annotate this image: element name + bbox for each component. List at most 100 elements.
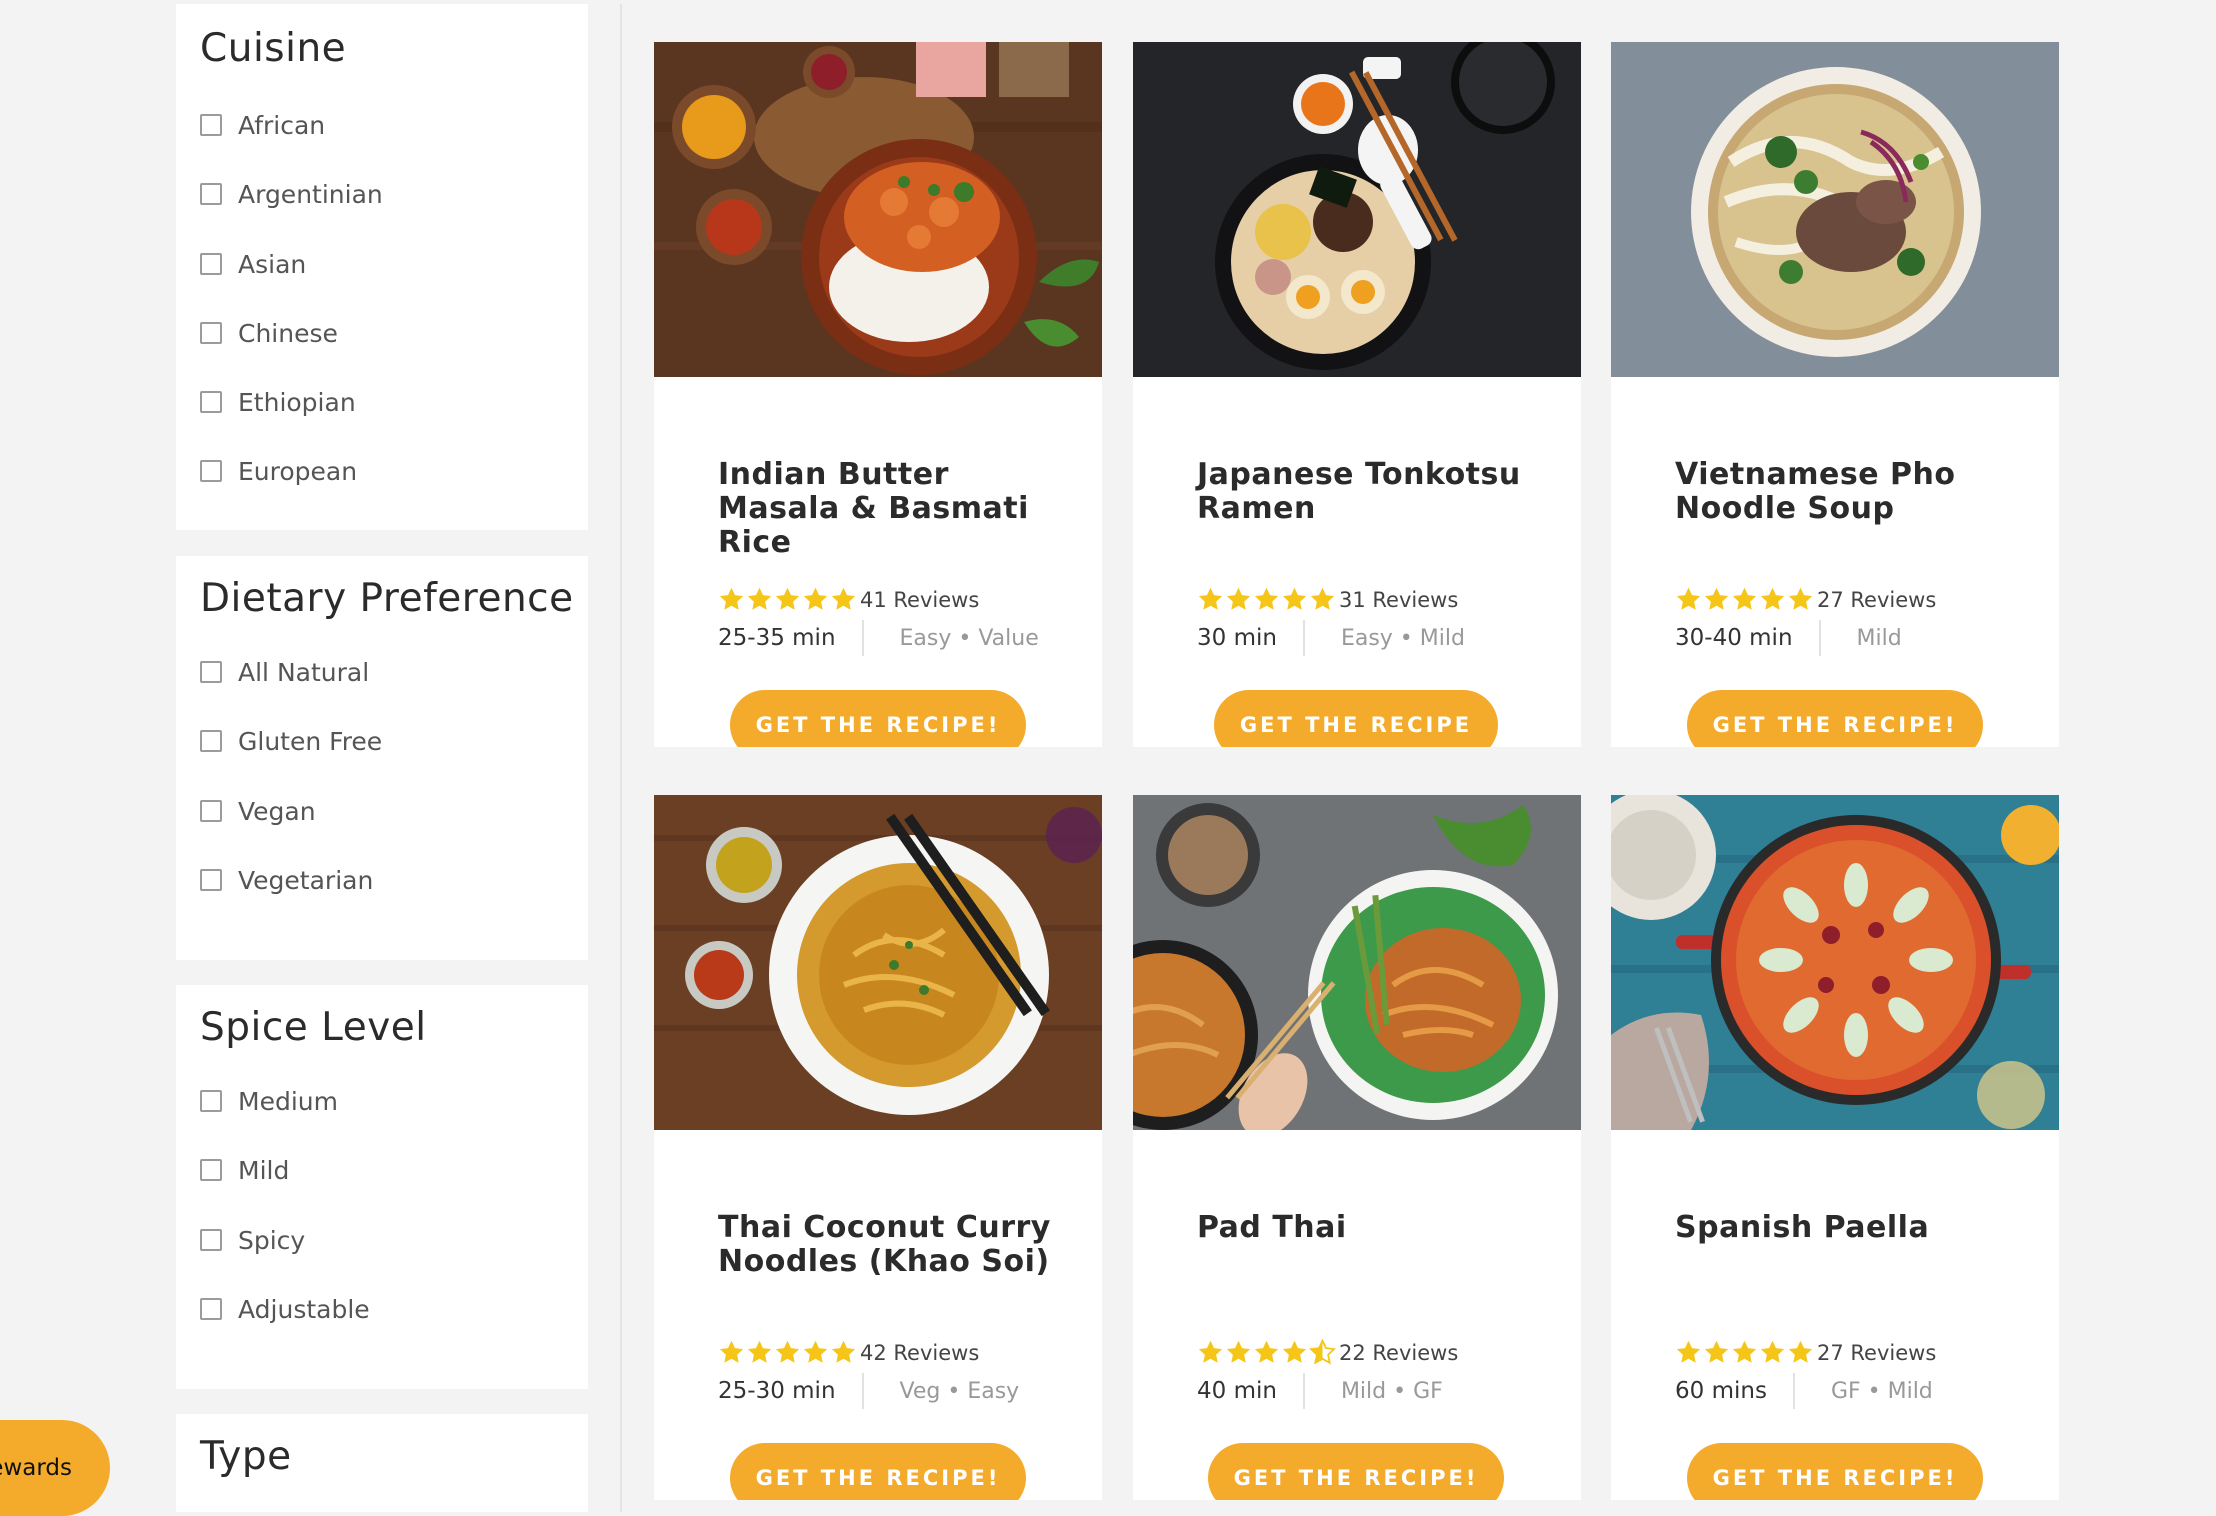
recipe-card[interactable]: Vietnamese Pho Noodle Soup 27 Reviews 30… (1611, 42, 2059, 747)
review-count[interactable]: 22 Reviews (1339, 1341, 1458, 1365)
filter-option[interactable]: Asian (200, 249, 306, 279)
star-icon (1704, 587, 1729, 610)
get-recipe-button[interactable]: GET THE RECIPE! (1208, 1443, 1504, 1500)
star-icon (1226, 1340, 1251, 1363)
checkbox[interactable] (200, 460, 222, 482)
checkbox[interactable] (200, 869, 222, 891)
rating-stars: 27 Reviews (1675, 1339, 1936, 1366)
checkbox[interactable] (200, 1298, 222, 1320)
recipe-title[interactable]: Spanish Paella (1675, 1211, 2035, 1245)
filter-option-label: Medium (238, 1086, 338, 1116)
recipe-meta: 25-30 min Veg • Easy (718, 1373, 1019, 1409)
star-icon (1198, 1340, 1223, 1363)
checkbox[interactable] (200, 253, 222, 275)
filter-option-label: African (238, 110, 326, 140)
cook-time: 25-35 min (718, 620, 864, 656)
recipe-image-pad-thai[interactable] (1133, 795, 1581, 1130)
star-icon (1732, 1340, 1757, 1363)
recipe-card[interactable]: Pad Thai 22 Reviews 40 min Mild • GF GET… (1133, 795, 1581, 1500)
recipe-title[interactable]: Indian Butter Masala & Basmati Rice (718, 458, 1078, 560)
filter-option[interactable]: European (200, 456, 357, 486)
recipe-tags: GF • Mild (1830, 1378, 1933, 1404)
star-icon (719, 1340, 744, 1363)
filter-cuisine: Cuisine African Argentinian Asian Chines… (176, 4, 588, 530)
review-count[interactable]: 27 Reviews (1817, 588, 1936, 612)
recipe-tags: Mild • GF (1340, 1378, 1443, 1404)
filter-option[interactable]: Vegan (200, 796, 316, 826)
recipe-card[interactable]: Indian Butter Masala & Basmati Rice 41 R… (654, 42, 1102, 747)
star-icon (1704, 1340, 1729, 1363)
filter-option[interactable]: Chinese (200, 318, 338, 348)
checkbox[interactable] (200, 1159, 222, 1181)
get-recipe-button[interactable]: GET THE RECIPE! (1687, 690, 1983, 747)
filter-option-label: Vegetarian (238, 865, 374, 895)
filter-option[interactable]: All Natural (200, 657, 369, 687)
filter-option-label: Gluten Free (238, 726, 383, 756)
checkbox[interactable] (200, 800, 222, 822)
recipe-image-tonkotsu-ramen[interactable] (1133, 42, 1581, 377)
recipe-title[interactable]: Thai Coconut Curry Noodles (Khao Soi) (718, 1211, 1078, 1279)
filter-option[interactable]: Vegetarian (200, 865, 373, 895)
filter-option-label: Ethiopian (238, 387, 356, 417)
review-count[interactable]: 42 Reviews (860, 1341, 979, 1365)
filter-option[interactable]: Adjustable (200, 1294, 370, 1324)
filter-option[interactable]: Gluten Free (200, 726, 382, 756)
get-recipe-button[interactable]: GET THE RECIPE! (730, 690, 1026, 747)
filter-type: Type (176, 1414, 588, 1512)
recipe-card[interactable]: Thai Coconut Curry Noodles (Khao Soi) 42… (654, 795, 1102, 1500)
recipe-tags: Veg • Easy (899, 1378, 1020, 1404)
filter-option[interactable]: Argentinian (200, 179, 383, 209)
star-icon (1676, 587, 1701, 610)
filter-dietary: Dietary Preference All Natural Gluten Fr… (176, 556, 588, 960)
checkbox[interactable] (200, 114, 222, 136)
checkbox[interactable] (200, 391, 222, 413)
star-half-icon (1309, 1339, 1336, 1365)
recipe-title[interactable]: Pad Thai (1197, 1211, 1557, 1245)
rating-stars: 22 Reviews (1197, 1339, 1458, 1366)
filter-option[interactable]: Spicy (200, 1225, 305, 1255)
recipe-title[interactable]: Vietnamese Pho Noodle Soup (1675, 458, 2035, 526)
filter-title: Dietary Preference (200, 576, 574, 621)
recipe-image-paella[interactable] (1611, 795, 2059, 1130)
star-icon (775, 1340, 800, 1363)
filter-option[interactable]: African (200, 110, 325, 140)
cook-time: 30-40 min (1675, 620, 1821, 656)
rating-stars: 42 Reviews (718, 1339, 979, 1366)
recipe-image-butter-masala[interactable] (654, 42, 1102, 377)
checkbox[interactable] (200, 661, 222, 683)
recipe-card[interactable]: Japanese Tonkotsu Ramen 31 Reviews 30 mi… (1133, 42, 1581, 747)
get-recipe-button[interactable]: GET THE RECIPE (1214, 690, 1498, 747)
review-count[interactable]: 31 Reviews (1339, 588, 1458, 612)
rewards-button[interactable]: ewards (0, 1420, 110, 1516)
filter-option[interactable]: Ethiopian (200, 387, 356, 417)
recipe-image-pho[interactable] (1611, 42, 2059, 377)
get-recipe-button[interactable]: GET THE RECIPE! (1687, 1443, 1983, 1500)
recipe-meta: 40 min Mild • GF (1197, 1373, 1443, 1409)
star-icon (1226, 587, 1251, 610)
checkbox[interactable] (200, 1229, 222, 1251)
star-icon (1788, 587, 1813, 610)
review-count[interactable]: 41 Reviews (860, 588, 979, 612)
recipe-title[interactable]: Japanese Tonkotsu Ramen (1197, 458, 1557, 526)
filter-option[interactable]: Medium (200, 1086, 338, 1116)
checkbox[interactable] (200, 730, 222, 752)
star-icon (775, 587, 800, 610)
filter-option[interactable]: Mild (200, 1155, 289, 1185)
get-recipe-button[interactable]: GET THE RECIPE! (730, 1443, 1026, 1500)
cook-time: 40 min (1197, 1373, 1305, 1409)
star-icon (1732, 587, 1757, 610)
review-count[interactable]: 27 Reviews (1817, 1341, 1936, 1365)
checkbox[interactable] (200, 1090, 222, 1112)
rewards-label: ewards (0, 1455, 72, 1481)
recipe-image-khao-soi[interactable] (654, 795, 1102, 1130)
cook-time: 25-30 min (718, 1373, 864, 1409)
checkbox[interactable] (200, 322, 222, 344)
star-icon (747, 587, 772, 610)
filter-option-label: Chinese (238, 318, 338, 348)
recipe-card[interactable]: Spanish Paella 27 Reviews 60 mins GF • M… (1611, 795, 2059, 1500)
filter-title: Spice Level (200, 1005, 427, 1050)
checkbox[interactable] (200, 183, 222, 205)
recipe-meta: 30 min Easy • Mild (1197, 620, 1465, 656)
star-icon (1254, 587, 1279, 610)
rating-stars: 31 Reviews (1197, 586, 1458, 613)
